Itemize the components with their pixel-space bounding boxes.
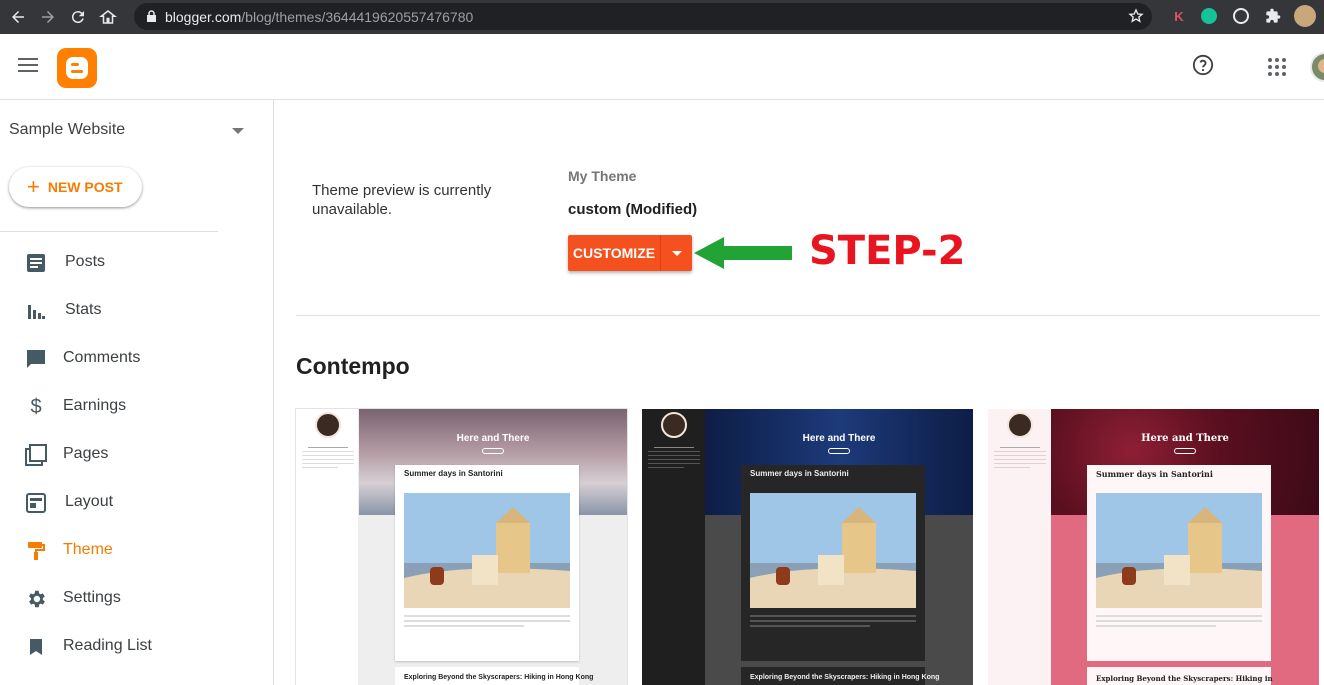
stats-icon (24, 299, 48, 323)
sidebar-item-label: Stats (65, 301, 102, 318)
sidebar-item-comments[interactable]: Comments (0, 335, 272, 383)
avatar (315, 412, 341, 438)
theme-card-contempo-dark[interactable]: Here and There Summer days in Santorini … (642, 409, 973, 685)
account-avatar[interactable] (1310, 52, 1324, 82)
card-hero-button (1174, 448, 1196, 454)
browser-toolbar: blogger.com /blog/themes/364441962055747… (0, 0, 1324, 34)
sidebar-item-label: Reading List (63, 637, 152, 654)
customize-button-group: CUSTOMIZE (568, 235, 692, 271)
apps-grid-icon[interactable] (1268, 58, 1286, 76)
sidebar-item-layout[interactable]: Layout (0, 479, 272, 527)
divider (296, 315, 1320, 316)
profile-avatar[interactable] (1294, 5, 1316, 27)
bookmark-icon (24, 635, 48, 659)
theme-card-contempo-pink[interactable]: Here and There Summer days in Santorini … (988, 409, 1319, 685)
my-theme-label: My Theme (568, 168, 637, 184)
sidebar-item-label: Posts (65, 253, 106, 270)
card-post-2-title: Exploring Beyond the Skyscrapers: Hiking… (404, 674, 594, 681)
preview-unavailable-text: Theme preview is currently unavailable. (312, 182, 492, 218)
help-icon[interactable] (1192, 54, 1214, 76)
card-sidebar-text (648, 447, 700, 471)
forward-icon[interactable] (34, 3, 62, 31)
menu-icon[interactable] (18, 58, 38, 74)
card-hero-title: Here and There (802, 433, 876, 444)
back-icon[interactable] (4, 3, 32, 31)
lock-icon (146, 10, 157, 23)
card-sidebar-text (994, 447, 1046, 471)
dollar-icon: $ (30, 395, 42, 418)
home-icon[interactable] (94, 3, 122, 31)
reload-icon[interactable] (64, 3, 92, 31)
speedometer-icon[interactable] (1230, 5, 1252, 27)
card-post-2-title: Exploring Beyond the Skyscrapers: Hiking… (750, 674, 940, 681)
card-post-excerpt (404, 615, 570, 630)
card-sidebar-text (302, 447, 354, 471)
card-hero-title: Here and There (1141, 433, 1229, 444)
sidebar-item-label: Settings (63, 589, 121, 606)
sidebar-item-reading-list[interactable]: Reading List (0, 623, 272, 671)
sidebar-item-settings[interactable]: Settings (0, 575, 272, 623)
card-hero-button (828, 448, 850, 454)
card-post-excerpt (1096, 615, 1262, 630)
sidebar: Sample Website + NEW POST Posts Stats Co… (0, 100, 274, 685)
card-post-title: Summer days in Santorini (1096, 469, 1213, 479)
pages-icon (24, 443, 48, 467)
customize-dropdown-button[interactable] (661, 235, 692, 271)
gear-icon (24, 587, 48, 611)
comments-icon (24, 347, 48, 371)
sidebar-item-label: Comments (63, 349, 141, 366)
extensions-puzzle-icon[interactable] (1262, 5, 1284, 27)
card-post-image (1096, 493, 1262, 608)
k-extension-icon[interactable]: K (1168, 5, 1190, 27)
sidebar-item-pages[interactable]: Pages (0, 431, 272, 479)
card-hero-button (482, 448, 504, 454)
bookmark-star-icon[interactable] (1128, 8, 1144, 29)
new-post-label: NEW POST (47, 179, 123, 195)
sidebar-item-label: Layout (65, 493, 114, 510)
step-annotation: STEP-2 (809, 228, 966, 274)
sidebar-item-label: Pages (63, 445, 109, 462)
avatar (661, 412, 687, 438)
blogger-logo-icon[interactable] (57, 48, 97, 88)
grammarly-icon[interactable] (1198, 5, 1220, 27)
blog-selector[interactable]: Sample Website (9, 121, 249, 143)
theme-name: custom (Modified) (568, 201, 698, 218)
dropdown-caret-icon (671, 250, 682, 256)
sidebar-item-posts[interactable]: Posts (0, 239, 272, 287)
card-post-image (750, 493, 916, 608)
sidebar-item-label: Theme (63, 541, 113, 558)
posts-icon (24, 251, 48, 275)
sidebar-item-earnings[interactable]: $ Earnings (0, 383, 272, 431)
layout-icon (24, 491, 48, 515)
card-post-2-title: Exploring Beyond the Skyscrapers: Hiking… (1096, 674, 1273, 683)
sidebar-item-theme[interactable]: Theme (0, 527, 272, 575)
plus-icon: + (27, 174, 40, 199)
theme-card-contempo-light[interactable]: Here and There Summer days in Santorini … (296, 409, 627, 685)
annotation-arrow-icon (694, 237, 792, 269)
divider (0, 231, 218, 232)
new-post-button[interactable]: + NEW POST (9, 167, 142, 207)
url-path: /blog/themes/3644419620557476780 (241, 8, 474, 25)
url-host: blogger.com (165, 8, 242, 25)
sidebar-item-label: Earnings (63, 397, 127, 414)
dropdown-caret-icon (232, 128, 244, 134)
card-post-excerpt (750, 615, 916, 630)
address-bar[interactable]: blogger.com /blog/themes/364441962055747… (134, 3, 1152, 30)
app-header (0, 34, 1324, 100)
paint-roller-icon (24, 539, 48, 563)
section-title: Contempo (296, 353, 410, 379)
customize-button[interactable]: CUSTOMIZE (568, 235, 661, 271)
card-post-title: Summer days in Santorini (750, 469, 849, 478)
blog-name: Sample Website (9, 121, 126, 138)
sidebar-item-stats[interactable]: Stats (0, 287, 272, 335)
avatar (1007, 412, 1033, 438)
card-hero-title: Here and There (456, 433, 530, 444)
card-post-title: Summer days in Santorini (404, 469, 503, 478)
card-post-image (404, 493, 570, 608)
